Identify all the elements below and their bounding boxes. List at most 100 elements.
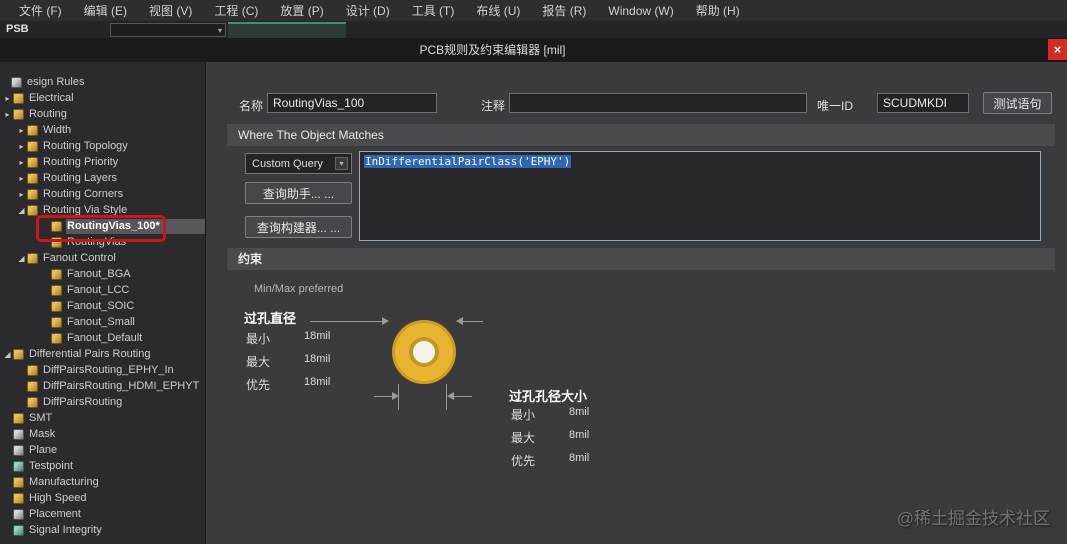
tree-item[interactable]: ▸ Width [0,122,205,138]
tree-item[interactable]: DiffPairsRouting_HDMI_EPHYT [0,378,205,394]
rule-icon [27,156,38,168]
tree-item[interactable]: SMT [0,410,205,426]
query-editor[interactable]: InDifferentialPairClass('EPHY') [359,151,1041,241]
collapsed-arrow-icon[interactable]: ▸ [2,110,13,119]
tree-item[interactable]: esign Rules [0,74,205,90]
menu-item[interactable]: 工程 (C) [203,0,269,22]
tree-item[interactable]: ◢ Routing Via Style [0,202,205,218]
via-hole-rows: 最小 8mil 最大 8mil 优先 8mil [511,406,589,475]
expanded-arrow-icon[interactable]: ◢ [16,254,27,263]
tree-item-label: Routing [29,107,67,120]
testpoint-icon [13,460,24,472]
query-type-dropdown[interactable]: Custom Query ▾ [245,153,352,174]
constraint-value[interactable]: 8mil [569,452,589,464]
name-input[interactable] [267,93,437,113]
test-query-button[interactable]: 测试语句 [983,92,1052,114]
menu-item[interactable]: 放置 (P) [269,0,334,22]
tree-item[interactable]: Fanout_SOIC [0,298,205,314]
rule-icon [27,188,38,200]
tree-item[interactable]: RoutingVias_100* [0,218,205,234]
collapsed-arrow-icon[interactable]: ▸ [16,158,27,167]
menu-item[interactable]: 设计 (D) [335,0,401,22]
tree-item[interactable]: Fanout_Default [0,330,205,346]
rule-icon [51,268,62,280]
expanded-arrow-icon[interactable]: ◢ [16,206,27,215]
menu-item[interactable]: 编辑 (E) [73,0,138,22]
menu-item[interactable]: 视图 (V) [138,0,203,22]
manufacturing-icon [13,476,24,488]
query-helper-button[interactable]: 查询助手... ... [245,182,352,204]
via-donut-graphic [392,320,456,384]
rule-icon [27,380,38,392]
constraint-value[interactable]: 18mil [304,353,330,365]
tree-item[interactable]: ▸ Routing Topology [0,138,205,154]
tree-item[interactable]: High Speed [0,490,205,506]
tree-item[interactable]: Testpoint [0,458,205,474]
tree-item[interactable]: Fanout_LCC [0,282,205,298]
expanded-arrow-icon[interactable]: ◢ [2,350,13,359]
tree-item[interactable]: ◢ Fanout Control [0,250,205,266]
menu-item[interactable]: 文件 (F) [8,0,73,22]
arrow-right-icon [382,317,389,325]
rules-tree: esign Rules ▸ Electrical ▸ Routing ▸ Width ▸ Rou… [0,62,206,544]
tree-item-label: Routing Corners [43,187,124,200]
tree-item[interactable]: ▸ Routing Corners [0,186,205,202]
query-type-value: Custom Query [252,157,323,170]
tree-item[interactable]: ▸ Routing [0,106,205,122]
rule-icon [27,364,38,376]
tree-item[interactable]: ▸ Routing Layers [0,170,205,186]
tree-item[interactable]: ▸ Routing Priority [0,154,205,170]
electrical-icon [13,92,24,104]
routing-icon [13,108,24,120]
tree-item[interactable]: ▸ Electrical [0,90,205,106]
tree-item[interactable]: Mask [0,426,205,442]
collapsed-arrow-icon[interactable]: ▸ [16,174,27,183]
tree-item[interactable]: RoutingVias [0,234,205,250]
comment-input[interactable] [509,93,807,113]
tree-item[interactable]: Signal Integrity [0,522,205,538]
tree-item[interactable]: ◢ Differential Pairs Routing [0,346,205,362]
constraint-value[interactable]: 18mil [304,376,330,388]
tree-item-label: Fanout_LCC [67,283,130,296]
high-speed-icon [13,492,24,504]
tree-item-label: Routing Via Style [43,203,128,216]
collapsed-arrow-icon[interactable]: ▸ [2,94,13,103]
unique-id-input[interactable] [877,93,969,113]
via-hole-title: 过孔孔径大小 [509,389,588,404]
tree-item[interactable]: Fanout_Small [0,314,205,330]
tree-item[interactable]: Placement [0,506,205,522]
menu-item[interactable]: 布线 (U) [465,0,531,22]
constraint-value[interactable]: 18mil [304,330,330,342]
tree-item[interactable]: Plane [0,442,205,458]
collapsed-arrow-icon[interactable]: ▸ [16,142,27,151]
menu-item[interactable]: 帮助 (H) [685,0,751,22]
tree-item-label: SMT [29,411,53,424]
menu-item[interactable]: Window (W) [597,0,684,22]
collapsed-arrow-icon[interactable]: ▸ [16,190,27,199]
tree-item[interactable]: DiffPairsRouting [0,394,205,410]
collapsed-arrow-icon[interactable]: ▸ [16,126,27,135]
close-button[interactable]: × [1048,39,1067,60]
tree-item[interactable]: Manufacturing [0,474,205,490]
constraint-label: 最大 [511,431,536,445]
dimension-line [454,396,472,397]
menu-bar: 文件 (F) 编辑 (E) 视图 (V) 工程 (C) 放置 (P) 设计 (D) 工具 (… [0,0,1067,22]
tree-item[interactable]: DiffPairsRouting_EPHY_In [0,362,205,378]
rule-icon [51,284,62,296]
tree-item[interactable]: Fanout_BGA [0,266,205,282]
query-text: InDifferentialPairClass('EPHY') [364,155,572,168]
constraint-value[interactable]: 8mil [569,406,589,418]
via-diameter-rows: 最小 18mil 最大 18mil 优先 18mil [246,330,330,399]
menu-item[interactable]: 报告 (R) [531,0,597,22]
tree-item-label: esign Rules [27,75,85,88]
rule-icon [27,140,38,152]
document-tab-label[interactable]: PSB [6,23,29,35]
constraint-value[interactable]: 8mil [569,429,589,441]
strip-dropdown[interactable]: ▾ [110,23,226,37]
menu-item[interactable]: 工具 (T) [401,0,466,22]
query-builder-button[interactable]: 查询构建器... ... [245,216,352,238]
chevron-down-icon: ▾ [217,26,222,35]
constraints-section-header: 约束 [227,248,1055,270]
tree-item-label: DiffPairsRouting_EPHY_In [43,363,174,376]
background-tab[interactable] [228,22,346,38]
